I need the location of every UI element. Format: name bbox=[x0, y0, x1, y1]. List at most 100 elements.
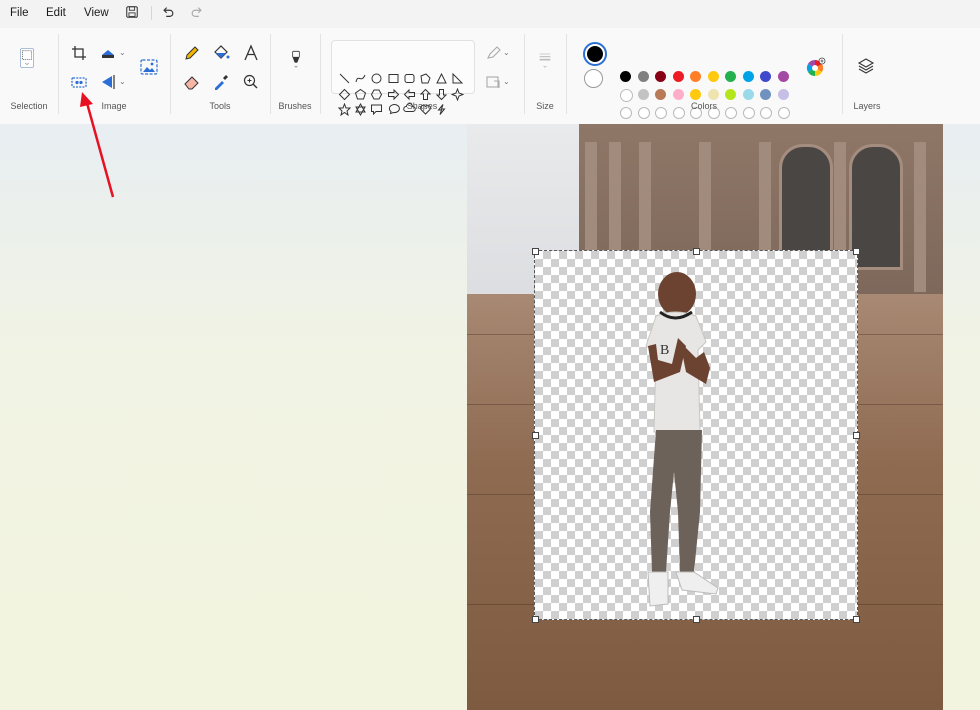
flip-icon bbox=[102, 75, 115, 89]
outline-pen-icon bbox=[487, 46, 501, 59]
menu-edit[interactable]: Edit bbox=[46, 7, 66, 19]
pentagon-shape-icon[interactable] bbox=[354, 88, 367, 101]
paint-bucket-icon bbox=[214, 45, 230, 59]
group-label-tools: Tools bbox=[209, 101, 231, 111]
image-frame-icon bbox=[140, 59, 158, 75]
brush-icon bbox=[292, 50, 300, 68]
menu-view[interactable]: View bbox=[84, 7, 109, 19]
fill-button[interactable] bbox=[211, 43, 231, 63]
palette-swatch[interactable] bbox=[620, 71, 631, 82]
selection-handle[interactable] bbox=[532, 248, 539, 255]
left-arrow-shape-icon[interactable] bbox=[403, 88, 416, 101]
pencil-icon bbox=[185, 46, 199, 60]
undo-icon[interactable] bbox=[161, 5, 179, 21]
polygon-shape-icon[interactable] bbox=[419, 72, 432, 85]
palette-swatch[interactable] bbox=[672, 71, 684, 82]
resize-button[interactable] bbox=[98, 43, 118, 63]
eraser-button[interactable] bbox=[182, 72, 202, 92]
remove-background-icon bbox=[71, 77, 87, 88]
palette-swatch[interactable] bbox=[672, 89, 684, 100]
down-arrow-shape-icon[interactable] bbox=[435, 88, 448, 101]
crop-icon bbox=[72, 46, 86, 60]
rounded-rectangle-shape-icon[interactable] bbox=[403, 72, 416, 85]
group-label-shapes: Shapes bbox=[406, 101, 438, 111]
triangle-shape-icon[interactable] bbox=[435, 72, 448, 85]
palette-swatch[interactable] bbox=[742, 89, 754, 100]
menu-bar: File Edit View bbox=[0, 0, 980, 28]
hexagon-shape-icon[interactable] bbox=[370, 88, 383, 101]
selection-handle[interactable] bbox=[532, 432, 539, 439]
palette-swatch[interactable] bbox=[725, 89, 736, 100]
palette-swatch[interactable] bbox=[690, 89, 701, 100]
group-label-selection: Selection bbox=[10, 101, 48, 111]
photo-column bbox=[914, 142, 926, 292]
chevron-down-icon[interactable]: ⌄ bbox=[503, 48, 510, 57]
color-picker-button[interactable] bbox=[211, 72, 231, 92]
palette-swatch[interactable] bbox=[707, 71, 719, 82]
right-arrow-shape-icon[interactable] bbox=[387, 88, 400, 101]
redo-icon[interactable] bbox=[190, 5, 208, 21]
secondary-color-swatch[interactable] bbox=[584, 69, 603, 88]
diamond-shape-icon[interactable] bbox=[338, 88, 351, 101]
resize-icon bbox=[102, 50, 114, 58]
four-point-star-shape-icon[interactable] bbox=[451, 87, 465, 101]
remove-background-button[interactable] bbox=[69, 72, 89, 92]
chevron-down-icon[interactable]: ⌄ bbox=[119, 77, 126, 86]
primary-color-ring[interactable] bbox=[583, 42, 607, 66]
group-label-image: Image bbox=[101, 101, 127, 111]
palette-swatch[interactable] bbox=[655, 71, 666, 82]
group-label-size: Size bbox=[536, 101, 554, 111]
svg-text:B: B bbox=[660, 343, 669, 358]
brushes-button[interactable] bbox=[286, 50, 306, 80]
palette-swatch[interactable] bbox=[725, 71, 736, 82]
oval-shape-icon[interactable] bbox=[370, 72, 383, 85]
layers-button[interactable] bbox=[856, 56, 876, 76]
flip-button[interactable] bbox=[98, 72, 118, 92]
palette-swatch[interactable] bbox=[690, 71, 701, 82]
selection-handle[interactable] bbox=[853, 432, 860, 439]
text-button[interactable] bbox=[241, 43, 261, 63]
outline-button[interactable] bbox=[484, 43, 504, 63]
text-icon bbox=[244, 44, 258, 61]
group-label-colors: Colors bbox=[690, 101, 717, 111]
palette-swatch[interactable] bbox=[655, 89, 666, 100]
line-shape-icon[interactable] bbox=[338, 72, 351, 85]
selection-tool-button[interactable] bbox=[17, 48, 43, 84]
shape-fill-icon bbox=[486, 76, 500, 88]
selection-handle[interactable] bbox=[693, 248, 700, 255]
palette-swatch[interactable] bbox=[760, 71, 771, 82]
selection-handle[interactable] bbox=[532, 616, 539, 623]
palette-swatch[interactable] bbox=[760, 89, 771, 100]
size-button[interactable] bbox=[535, 50, 555, 80]
chevron-down-icon[interactable]: ⌄ bbox=[119, 48, 126, 57]
rectangle-shape-icon[interactable] bbox=[387, 72, 400, 85]
curve-shape-icon[interactable] bbox=[354, 72, 367, 85]
palette-swatch[interactable] bbox=[637, 89, 649, 100]
shapes-gallery bbox=[331, 40, 475, 94]
eraser-icon bbox=[184, 76, 199, 90]
menu-file[interactable]: File bbox=[10, 7, 29, 19]
eyedropper-icon bbox=[215, 75, 228, 90]
image-creator-button[interactable] bbox=[139, 57, 159, 77]
pencil-button[interactable] bbox=[182, 43, 202, 63]
magnifier-button[interactable] bbox=[241, 72, 261, 92]
save-icon[interactable] bbox=[125, 5, 143, 21]
selection-handle[interactable] bbox=[853, 616, 860, 623]
selection-handle[interactable] bbox=[853, 248, 860, 255]
palette-swatch[interactable] bbox=[777, 71, 789, 82]
palette-swatch[interactable] bbox=[777, 89, 789, 100]
color-wheel-icon bbox=[806, 57, 826, 77]
selection-handle[interactable] bbox=[693, 616, 700, 623]
up-arrow-shape-icon[interactable] bbox=[419, 88, 432, 101]
fill-shape-button[interactable] bbox=[484, 72, 504, 92]
chevron-down-icon[interactable]: ⌄ bbox=[503, 77, 510, 86]
palette-swatch[interactable] bbox=[707, 89, 719, 100]
palette-swatch[interactable] bbox=[742, 71, 754, 82]
person-cutout: B bbox=[645, 272, 719, 607]
line-weight-icon bbox=[539, 53, 551, 68]
edit-colors-button[interactable] bbox=[806, 57, 826, 77]
palette-swatch[interactable] bbox=[637, 71, 649, 82]
layers-icon bbox=[857, 58, 875, 74]
crop-button[interactable] bbox=[69, 43, 89, 63]
right-triangle-shape-icon[interactable] bbox=[451, 72, 464, 85]
